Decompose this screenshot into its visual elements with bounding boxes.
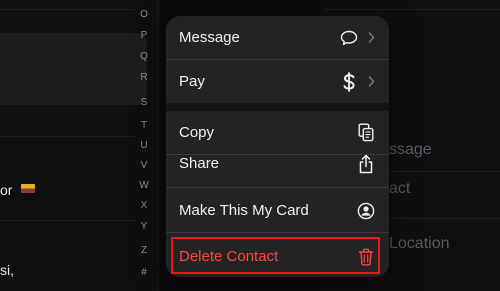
detail-row-fragment[interactable]: Location [389,235,450,253]
index-letter[interactable]: Q [137,52,151,62]
menu-item-pay[interactable]: Pay [166,60,389,103]
index-letter[interactable]: # [137,268,151,278]
index-letter[interactable]: X [137,201,151,211]
detail-row-fragment[interactable]: ssage [389,141,432,159]
pane-divider [157,0,158,291]
person-circle-icon [356,201,376,221]
index-letter[interactable]: W [137,181,151,191]
index-letter[interactable]: T [137,121,151,131]
menu-item-label: Make This My Card [179,202,309,219]
menu-item-make-my-card[interactable]: Make This My Card [166,189,389,232]
menu-item-delete-contact[interactable]: Delete Contact [166,235,389,277]
list-divider [0,220,135,221]
menu-item-label: Copy [179,124,215,141]
chevron-right-icon [366,32,376,43]
menu-separator [166,232,389,233]
dollar-sign-icon [339,71,359,92]
copy-icon [356,123,376,143]
selected-contact-card[interactable] [0,33,147,105]
menu-item-label: Pay [179,73,205,90]
menu-item-label: Share [179,155,220,172]
index-letter[interactable]: O [137,10,151,20]
chevron-right-icon [366,76,376,87]
index-letter[interactable]: S [137,98,151,108]
index-letter[interactable]: R [137,73,151,83]
list-divider [0,9,135,10]
contact-context-menu: Message Pay Copy Share Make This My Card… [166,16,389,277]
contacts-screen: or si, O P Q R S T U V W X Y Z # ssage a… [0,0,500,291]
index-letter[interactable]: Z [137,246,151,256]
index-letter[interactable]: P [137,31,151,41]
contact-name-fragment[interactable]: si, [0,262,14,278]
index-letter[interactable]: V [137,161,151,171]
list-divider [0,136,135,137]
index-letter[interactable]: Y [137,222,151,232]
menu-item-label: Delete Contact [179,248,279,265]
menu-group-separator [166,103,389,111]
menu-separator [166,187,389,188]
flag-emoji-icon [21,184,35,193]
detail-row-fragment[interactable]: act [389,180,410,198]
menu-item-share[interactable]: Share [166,142,389,185]
contact-name-fragment[interactable]: or [0,182,12,198]
menu-item-message[interactable]: Message [166,16,389,59]
detail-divider [325,9,500,10]
share-icon [356,154,376,174]
index-letter[interactable]: U [137,141,151,151]
message-bubble-icon [339,28,359,48]
menu-item-label: Message [179,29,240,46]
trash-icon [356,247,376,267]
